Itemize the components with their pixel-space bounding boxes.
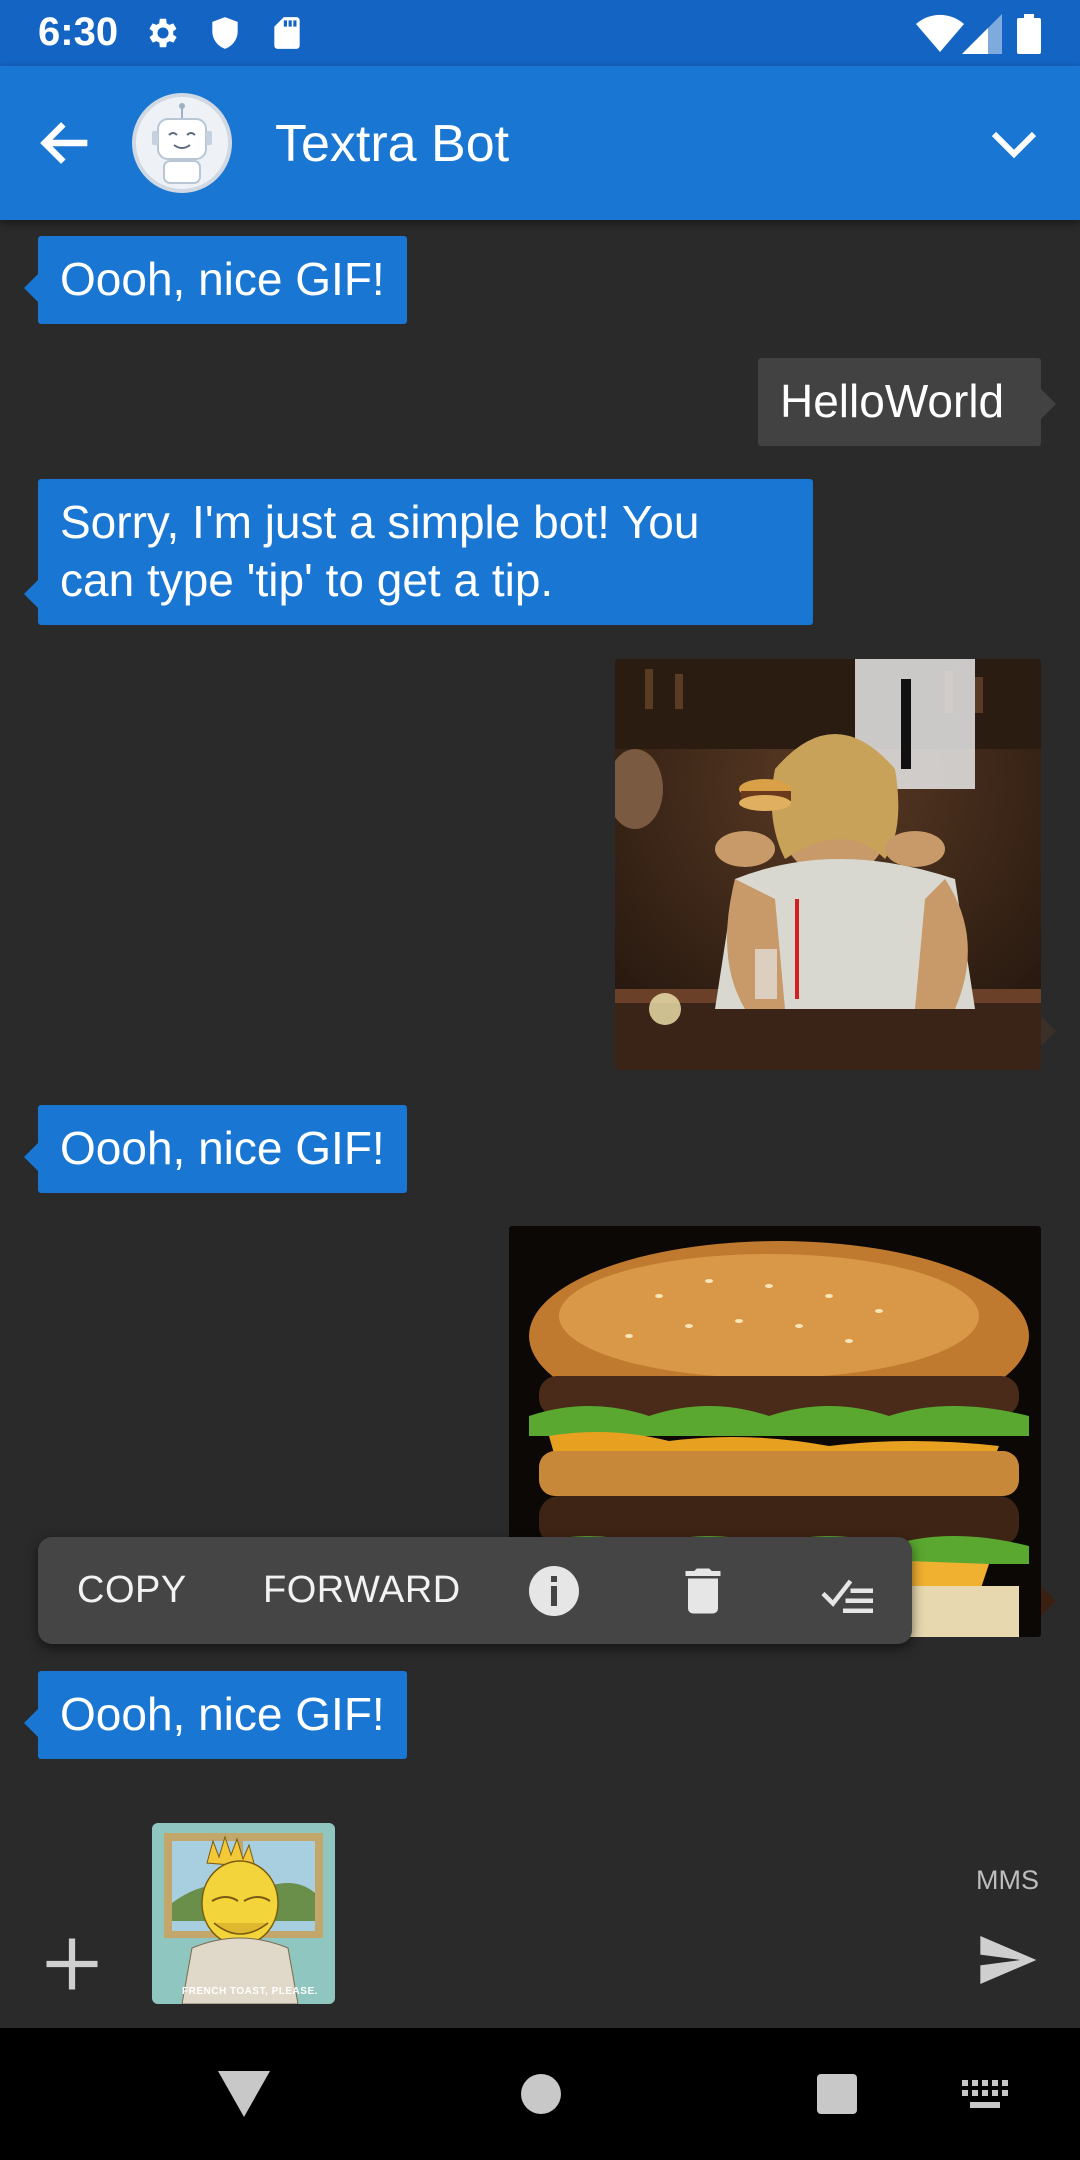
cell-signal-icon xyxy=(962,14,1002,54)
bubble-tail xyxy=(1040,1585,1056,1617)
gif-image xyxy=(615,659,1041,1070)
robot-avatar[interactable] xyxy=(132,93,232,193)
settings-icon xyxy=(149,18,177,48)
select-all-icon[interactable] xyxy=(818,1561,878,1621)
gif-image xyxy=(152,1823,335,2004)
forward-button[interactable]: FORWARD xyxy=(263,1569,461,1612)
outgoing-message[interactable]: HelloWorld xyxy=(758,358,1041,446)
recents-square-icon[interactable] xyxy=(815,2072,859,2116)
shield-icon xyxy=(212,17,238,49)
message-text: Oooh, nice GIF! xyxy=(60,1122,385,1174)
sd-card-icon xyxy=(274,17,300,49)
message-text: Oooh, nice GIF! xyxy=(60,253,385,305)
incoming-message[interactable]: Oooh, nice GIF! xyxy=(38,1105,407,1193)
info-icon[interactable] xyxy=(524,1561,584,1621)
wifi-icon xyxy=(916,14,964,53)
conversation-title: Textra Bot xyxy=(275,115,510,173)
message-text: HelloWorld xyxy=(780,375,1005,427)
chevron-down-icon[interactable] xyxy=(984,114,1044,174)
incoming-message[interactable]: Oooh, nice GIF! xyxy=(38,1671,407,1759)
app-bar: Textra Bot xyxy=(0,66,1080,220)
battery-icon xyxy=(1017,14,1041,54)
arrow-back-icon[interactable] xyxy=(34,111,98,175)
home-circle-icon[interactable] xyxy=(519,2072,563,2116)
plus-icon[interactable] xyxy=(38,1930,106,1998)
gif-message-woman-burger[interactable] xyxy=(615,659,1041,1070)
copy-button[interactable]: COPY xyxy=(77,1569,187,1612)
status-bar: 6:30 xyxy=(0,0,1080,66)
status-time: 6:30 xyxy=(38,10,119,54)
bubble-tail xyxy=(1040,1015,1056,1047)
conversation-screen: 6:30 Textra Bot Oooh, nice GIF! HelloWor… xyxy=(0,0,1080,2160)
incoming-message[interactable]: Oooh, nice GIF! xyxy=(38,236,407,324)
mms-indicator: MMS xyxy=(976,1865,1039,1895)
message-context-menu: COPY FORWARD xyxy=(38,1537,912,1644)
system-nav-bar xyxy=(0,2028,1080,2160)
bubble-tail xyxy=(1040,388,1056,420)
back-triangle-icon[interactable] xyxy=(218,2071,270,2117)
message-text-line: can type 'tip' to get a tip. xyxy=(60,554,554,606)
gif-caption: FRENCH TOAST, PLEASE. xyxy=(182,1986,318,1997)
keyboard-icon[interactable] xyxy=(962,2080,1008,2110)
incoming-message[interactable]: Sorry, I'm just a simple bot! You can ty… xyxy=(38,479,813,625)
send-icon[interactable] xyxy=(975,1928,1039,1992)
delete-icon[interactable] xyxy=(673,1561,733,1621)
message-text: Oooh, nice GIF! xyxy=(60,1688,385,1740)
message-text-line: Sorry, I'm just a simple bot! You xyxy=(60,496,700,548)
robot-icon xyxy=(136,97,228,189)
attachment-gif-thumbnail[interactable]: FRENCH TOAST, PLEASE. xyxy=(152,1823,335,2004)
